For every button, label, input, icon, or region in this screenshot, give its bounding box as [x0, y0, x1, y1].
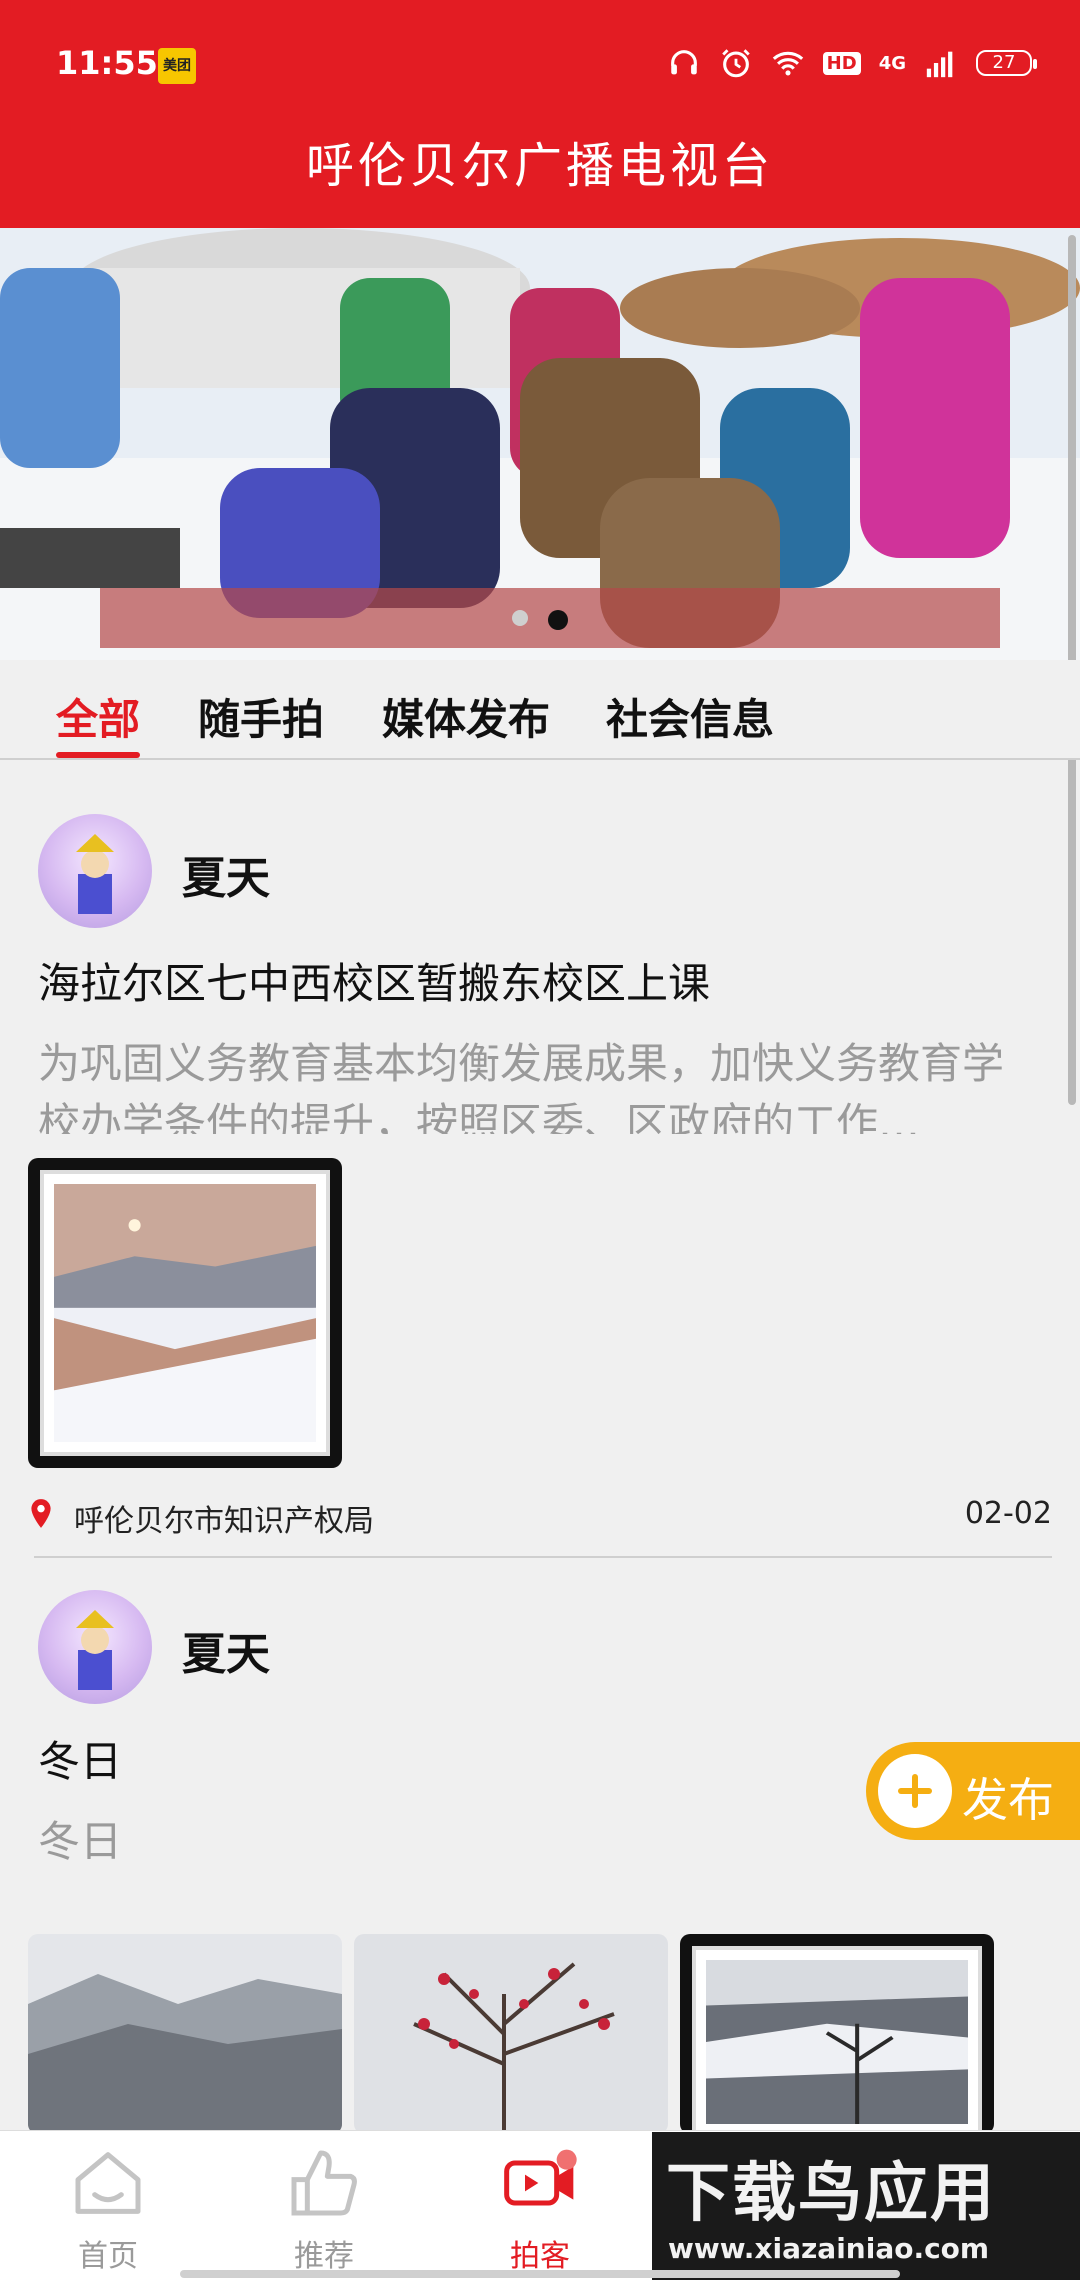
carousel-dot-active[interactable]	[548, 610, 568, 630]
hd-voice-icon: HD	[822, 51, 861, 75]
tab-media-release[interactable]: 媒体发布	[382, 686, 550, 747]
nav-label-recommend: 推荐	[294, 2239, 354, 2274]
meituan-notification-icon: 美团	[158, 48, 196, 84]
post-divider	[34, 1556, 1052, 1558]
nav-item-home[interactable]: 首页	[28, 2143, 188, 2275]
carousel-dots	[0, 610, 1080, 630]
plus-icon	[878, 1754, 952, 1828]
thumbs-up-icon	[291, 2150, 357, 2216]
wifi-icon	[771, 46, 805, 80]
tab-snapshot[interactable]: 随手拍	[198, 686, 324, 747]
status-bar: 11:55 美团 HD 4G 27	[0, 0, 1080, 130]
post-date: 02-02	[964, 1496, 1052, 1531]
top-bar: 11:55 美团 HD 4G 27 呼伦贝尔广播电视台	[0, 0, 1080, 228]
app-screen: 11:55 美团 HD 4G 27 呼伦贝尔广播电视台 全部 随手拍 媒体发布 …	[0, 0, 1080, 2280]
tab-all[interactable]: 全部	[56, 686, 140, 747]
page-title: 呼伦贝尔广播电视台	[305, 138, 774, 194]
post-image[interactable]	[680, 1934, 994, 2134]
watermark-url: www.xiazainiao.com	[668, 2232, 990, 2265]
video-camera-icon	[504, 2149, 577, 2206]
banner-carousel[interactable]	[0, 228, 1080, 660]
nav-item-recommend[interactable]: 推荐	[244, 2143, 404, 2275]
alarm-icon	[719, 46, 753, 80]
post-username[interactable]: 夏天	[182, 842, 270, 906]
status-icons: HD 4G 27	[667, 46, 1037, 80]
home-indicator[interactable]	[180, 2270, 900, 2278]
post-username[interactable]: 夏天	[182, 1618, 270, 1682]
headphones-icon	[667, 46, 701, 80]
tab-active-indicator	[56, 752, 140, 758]
post-meta: 呼伦贝尔市知识产权局 02-02	[28, 1496, 1052, 1539]
carousel-dot[interactable]	[512, 610, 528, 626]
post-title[interactable]: 海拉尔区七中西校区暂搬东校区上课	[38, 950, 710, 1011]
status-time: 11:55	[56, 44, 158, 82]
post-excerpt[interactable]: 为巩固义务教育基本均衡发展成果，加快义务教育学校办学条件的提升，按照区委、区政府…	[38, 1034, 1038, 1134]
post-image[interactable]	[28, 1934, 342, 2134]
signal-icon: 4G	[878, 52, 906, 74]
tab-social-info[interactable]: 社会信息	[606, 686, 774, 747]
category-tabs: 全部 随手拍 媒体发布 社会信息	[0, 660, 1080, 760]
banner-image	[0, 228, 1080, 660]
nav-label-paike: 拍客	[510, 2239, 570, 2274]
watermark: 下载鸟应用 www.xiazainiao.com	[652, 2132, 1080, 2280]
watermark-title: 下载鸟应用	[666, 2157, 996, 2231]
home-icon	[75, 2152, 141, 2214]
signal-bars-icon	[924, 46, 958, 80]
publish-label: 发布	[962, 1773, 1054, 1827]
avatar[interactable]	[38, 814, 152, 928]
post-image[interactable]	[354, 1934, 668, 2134]
post-location: 呼伦贝尔市知识产权局	[74, 1504, 374, 1539]
post-title[interactable]: 冬日	[38, 1728, 122, 1789]
battery-icon: 27	[976, 50, 1037, 76]
nav-item-paike[interactable]: 拍客	[460, 2143, 620, 2275]
publish-button[interactable]: 发布	[866, 1742, 1080, 1840]
location-pin-icon	[31, 1499, 51, 1528]
avatar[interactable]	[38, 1590, 152, 1704]
post-image[interactable]	[28, 1158, 342, 1468]
nav-label-home: 首页	[78, 2239, 138, 2274]
